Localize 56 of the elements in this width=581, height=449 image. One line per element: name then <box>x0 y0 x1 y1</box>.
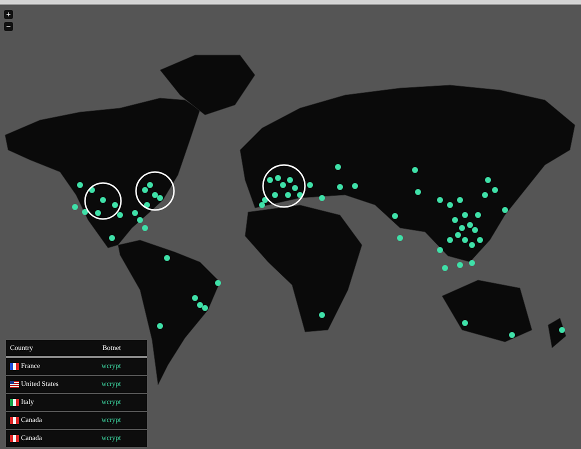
zoom-out-button[interactable]: − <box>4 22 13 31</box>
threat-dot <box>77 182 83 188</box>
threat-dot <box>397 235 403 241</box>
threat-dot <box>485 177 491 183</box>
flag-icon <box>10 381 19 388</box>
highlight-ring <box>135 171 175 211</box>
highlight-ring <box>262 164 306 208</box>
threat-dot <box>412 167 418 173</box>
threat-dot <box>462 320 468 326</box>
threat-dot <box>469 260 475 266</box>
threat-dot <box>144 202 150 208</box>
threat-dot <box>442 265 448 271</box>
threat-dot <box>319 312 325 318</box>
threat-dot <box>157 323 163 329</box>
threat-dot <box>95 210 101 216</box>
threat-dot <box>462 212 468 218</box>
threat-dot <box>335 164 341 170</box>
threat-dot <box>452 217 458 223</box>
threat-dot <box>447 202 453 208</box>
threat-dot <box>89 187 95 193</box>
island-shape <box>548 318 566 348</box>
threat-dot <box>164 255 170 261</box>
threat-dot <box>447 237 453 243</box>
flag-icon <box>10 417 19 424</box>
threat-dot <box>492 187 498 193</box>
threat-dot <box>112 202 118 208</box>
threat-dot <box>477 237 483 243</box>
threat-dot <box>307 182 313 188</box>
threat-dot <box>352 183 358 189</box>
threat-dot <box>267 177 273 183</box>
flag-icon <box>10 363 19 370</box>
threat-dot <box>415 189 421 195</box>
threat-dot <box>457 197 463 203</box>
threat-dot <box>82 209 88 215</box>
threat-dot <box>72 204 78 210</box>
threat-dot <box>319 195 325 201</box>
threat-dot <box>337 184 343 190</box>
threat-dot <box>457 262 463 268</box>
threat-dot <box>437 197 443 203</box>
threat-dot <box>437 247 443 253</box>
threat-dot <box>215 280 221 286</box>
flag-icon <box>10 399 19 406</box>
threat-dot <box>482 192 488 198</box>
threat-dot <box>392 213 398 219</box>
threat-dot <box>142 225 148 231</box>
threat-dot <box>272 192 278 198</box>
zoom-in-button[interactable]: + <box>4 10 13 19</box>
threat-dot <box>117 212 123 218</box>
highlight-ring <box>84 182 122 220</box>
threat-dot <box>100 197 106 203</box>
threat-dot <box>502 207 508 213</box>
threat-dot <box>509 332 515 338</box>
flag-icon <box>10 435 19 442</box>
threat-dot <box>109 235 115 241</box>
threat-dot <box>475 212 481 218</box>
threat-dot <box>559 327 565 333</box>
